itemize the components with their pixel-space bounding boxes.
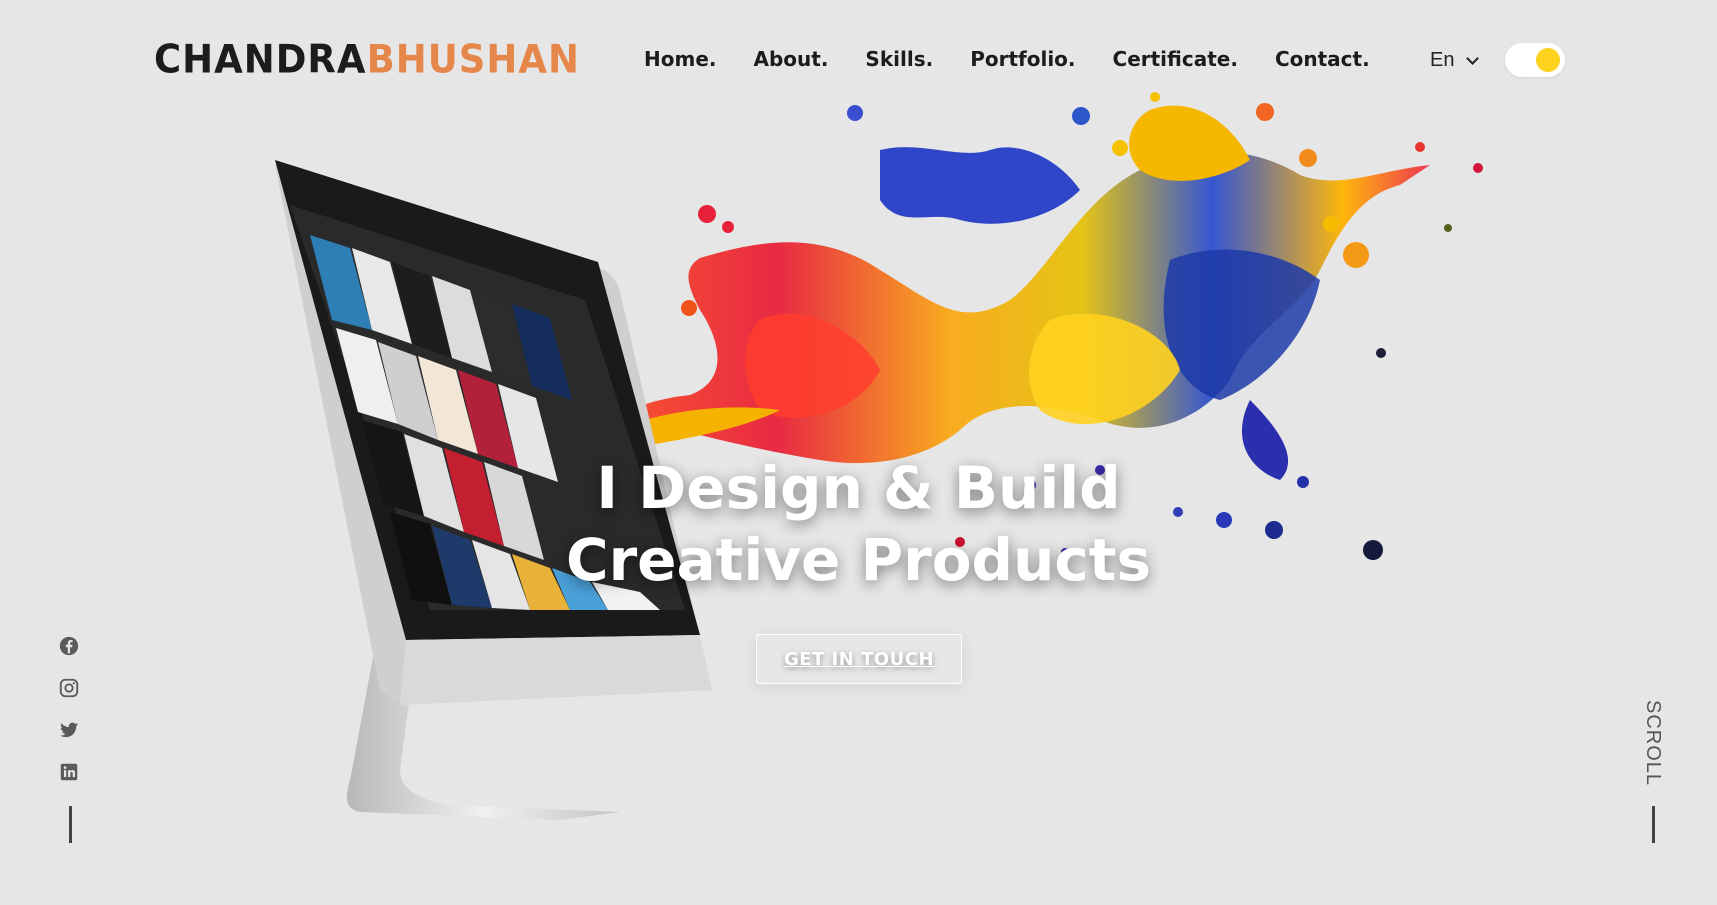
- scroll-indicator[interactable]: SCROLL: [1641, 700, 1664, 786]
- get-in-touch-button[interactable]: GET IN TOUCH: [756, 634, 962, 684]
- social-links: [58, 635, 80, 783]
- facebook-icon[interactable]: [58, 635, 80, 657]
- instagram-icon[interactable]: [58, 677, 80, 699]
- right-divider-line: [1652, 806, 1655, 843]
- hero-title: I Design & Build Creative Products: [0, 452, 1717, 596]
- hero-title-line1: I Design & Build: [596, 454, 1121, 522]
- linkedin-icon[interactable]: [58, 761, 80, 783]
- left-divider-line: [69, 806, 72, 843]
- twitter-icon[interactable]: [58, 719, 80, 741]
- hero-title-line2: Creative Products: [566, 526, 1151, 594]
